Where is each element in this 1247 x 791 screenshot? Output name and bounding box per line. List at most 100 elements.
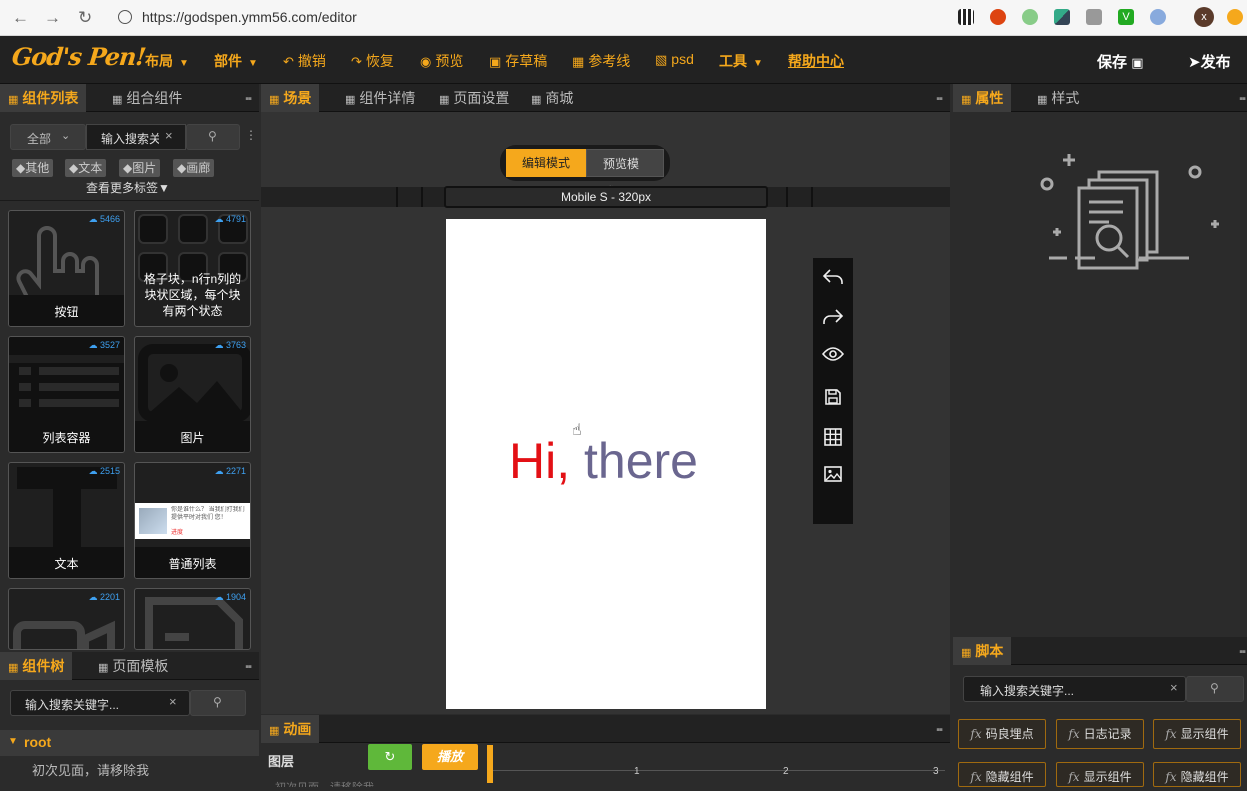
- component-tile-image[interactable]: ☁ 3763 图片: [134, 336, 251, 453]
- tree-search-input[interactable]: 输入搜索关键字... ×: [10, 690, 190, 716]
- clear-icon[interactable]: ×: [1170, 680, 1178, 695]
- menu-draft[interactable]: ▣ 存草稿: [489, 51, 547, 71]
- component-tile-list-container[interactable]: ☁ 3527 列表容器: [8, 336, 125, 453]
- tag-gallery[interactable]: ◆画廊: [173, 159, 215, 177]
- script-btn-hide-2[interactable]: fx 隐藏组件: [1153, 762, 1241, 787]
- save-icon[interactable]: [813, 382, 853, 412]
- profile-avatar[interactable]: x: [1194, 7, 1214, 27]
- menu-tools[interactable]: 工具 ▼: [719, 51, 763, 71]
- preview-mode-button[interactable]: 预览模式: [586, 149, 664, 199]
- script-search-button[interactable]: ⚲: [1186, 676, 1244, 702]
- v-extension-icon[interactable]: V: [1118, 9, 1134, 25]
- grid-icon[interactable]: [813, 422, 853, 452]
- tab-store[interactable]: ▦ 商城: [523, 84, 581, 112]
- caret-down-icon[interactable]: ▼: [8, 736, 18, 747]
- tab-page-settings[interactable]: ▦ 页面设置: [431, 84, 517, 112]
- tag-other[interactable]: ◆其他: [12, 159, 54, 177]
- component-tile-normal-list[interactable]: 你是谁什么？ 当我们打我们提供平时对我们 您！ 进度 ☁ 2271 普通列表: [134, 462, 251, 579]
- script-btn-show[interactable]: fx 显示组件: [1153, 719, 1241, 749]
- menu-components[interactable]: 部件 ▼: [214, 51, 258, 71]
- menu-undo[interactable]: ↶ 撤销: [283, 51, 326, 71]
- redo-icon: ↷: [351, 54, 362, 69]
- menu-guides[interactable]: ▦ 参考线: [572, 51, 630, 71]
- logo[interactable]: God's Pen!: [10, 42, 146, 71]
- drag-handle-icon[interactable]: ▪▪: [936, 93, 943, 105]
- search-button[interactable]: ⚲: [186, 124, 240, 150]
- tree-node-child[interactable]: 初次见面，请移除我: [32, 760, 149, 779]
- undo-icon[interactable]: [813, 262, 853, 292]
- redo-icon[interactable]: [813, 302, 853, 332]
- component-tile-grid[interactable]: ☁ 4791 格子块，n行n列的块状区域，每个块有两个状态: [134, 210, 251, 327]
- script-search-input[interactable]: 输入搜索关键字... ×: [963, 676, 1186, 702]
- reload-icon[interactable]: ↻: [78, 8, 92, 28]
- component-search-input[interactable]: 输入搜索关 ×: [86, 124, 186, 150]
- component-tile-label: 普通列表: [135, 547, 250, 578]
- animation-layer-row[interactable]: 初次见面，请移除我: [275, 779, 374, 787]
- drag-handle-icon[interactable]: ▪▪: [1239, 646, 1246, 658]
- drag-handle-icon[interactable]: ▪▪: [245, 93, 252, 105]
- address-bar[interactable]: https://godspen.ymm56.com/editor: [142, 9, 357, 25]
- tab-animation[interactable]: ▦ 动画: [261, 715, 320, 743]
- device-size-indicator[interactable]: Mobile S - 320px: [444, 186, 768, 208]
- tab-component-tree[interactable]: ▦ 组件树: [0, 652, 73, 680]
- script-btn-log[interactable]: fx 日志记录: [1056, 719, 1144, 749]
- qr-extension-icon[interactable]: [958, 9, 974, 25]
- tab-scene[interactable]: ▦ 场景: [261, 84, 320, 112]
- green-extension-icon[interactable]: [1022, 9, 1038, 25]
- clear-icon[interactable]: ×: [169, 694, 177, 709]
- clear-icon[interactable]: ×: [165, 128, 173, 143]
- drag-handle-icon[interactable]: ▪▪: [936, 724, 943, 736]
- component-tile-text[interactable]: ☁ 2515 文本: [8, 462, 125, 579]
- save-button[interactable]: 保存 ▣: [1097, 51, 1143, 72]
- tab-combined-components[interactable]: ▦ 组合组件: [104, 84, 190, 112]
- more-tags-link[interactable]: 查看更多标签▼: [86, 179, 170, 196]
- tab-properties[interactable]: ▦ 属性: [953, 84, 1012, 112]
- play-button[interactable]: 播放: [422, 744, 478, 770]
- vue-devtools-icon[interactable]: [1054, 9, 1070, 25]
- tab-script[interactable]: ▦ 脚本: [953, 637, 1012, 665]
- script-btn-label: 码良埋点: [985, 727, 1034, 741]
- category-filter-select[interactable]: 全部 ⌄: [10, 124, 86, 150]
- component-tile-file[interactable]: ☁ 1904: [134, 588, 251, 650]
- menu-preview[interactable]: ◉ 预览: [420, 51, 463, 71]
- script-btn-show-2[interactable]: fx 显示组件: [1056, 762, 1144, 787]
- publish-button-label: 发布: [1200, 54, 1231, 71]
- tag-text[interactable]: ◆文本: [65, 159, 107, 177]
- back-icon[interactable]: ←: [12, 8, 29, 28]
- tree-search-button[interactable]: ⚲: [190, 690, 246, 716]
- more-vertical-icon[interactable]: ⋮: [245, 128, 257, 142]
- blue-extension-icon[interactable]: [1150, 9, 1166, 25]
- forward-icon[interactable]: →: [44, 8, 61, 28]
- timeline-playhead[interactable]: [487, 745, 493, 783]
- download-count: ☁ 5466: [88, 214, 120, 224]
- menu-redo[interactable]: ↷ 恢复: [351, 51, 394, 71]
- tag-text-label: 文本: [78, 161, 103, 175]
- menu-tools-label: 工具: [719, 53, 747, 69]
- tree-node-root[interactable]: ▼ root: [0, 730, 259, 756]
- tag-image[interactable]: ◆图片: [119, 159, 161, 177]
- drag-handle-icon[interactable]: ▪▪: [1239, 93, 1246, 105]
- refresh-button[interactable]: ↻: [368, 744, 412, 770]
- edit-mode-button[interactable]: 编辑模式: [506, 149, 587, 177]
- tab-component-list[interactable]: ▦ 组件列表: [0, 84, 87, 112]
- script-btn-hide[interactable]: fx 隐藏组件: [958, 762, 1046, 787]
- drag-handle-icon[interactable]: ▪▪: [245, 661, 252, 673]
- component-tile-video[interactable]: ☁ 2201: [8, 588, 125, 650]
- canvas-text-component[interactable]: Hi, there: [509, 432, 698, 490]
- menu-layout[interactable]: 布局 ▼: [145, 51, 189, 71]
- tab-component-detail[interactable]: ▦ 组件详情: [337, 84, 423, 112]
- script-btn-tracking[interactable]: fx 码良埋点: [958, 719, 1046, 749]
- component-tile-button[interactable]: ☁ 5466 按钮: [8, 210, 125, 327]
- tab-page-templates[interactable]: ▦ 页面模板: [90, 652, 176, 680]
- tab-styles[interactable]: ▦ 样式: [1029, 84, 1087, 112]
- eye-icon[interactable]: [813, 339, 853, 369]
- menu-redo-label: 恢复: [365, 53, 394, 69]
- camera-extension-icon[interactable]: [1086, 9, 1102, 25]
- publish-button[interactable]: ➤发布: [1188, 51, 1231, 72]
- update-icon[interactable]: [1227, 9, 1243, 25]
- site-info-icon[interactable]: [118, 10, 132, 24]
- image-icon[interactable]: [813, 459, 853, 489]
- adblock-extension-icon[interactable]: [990, 9, 1006, 25]
- menu-help[interactable]: 帮助中心: [788, 51, 844, 71]
- menu-psd[interactable]: ▧ psd: [655, 51, 694, 68]
